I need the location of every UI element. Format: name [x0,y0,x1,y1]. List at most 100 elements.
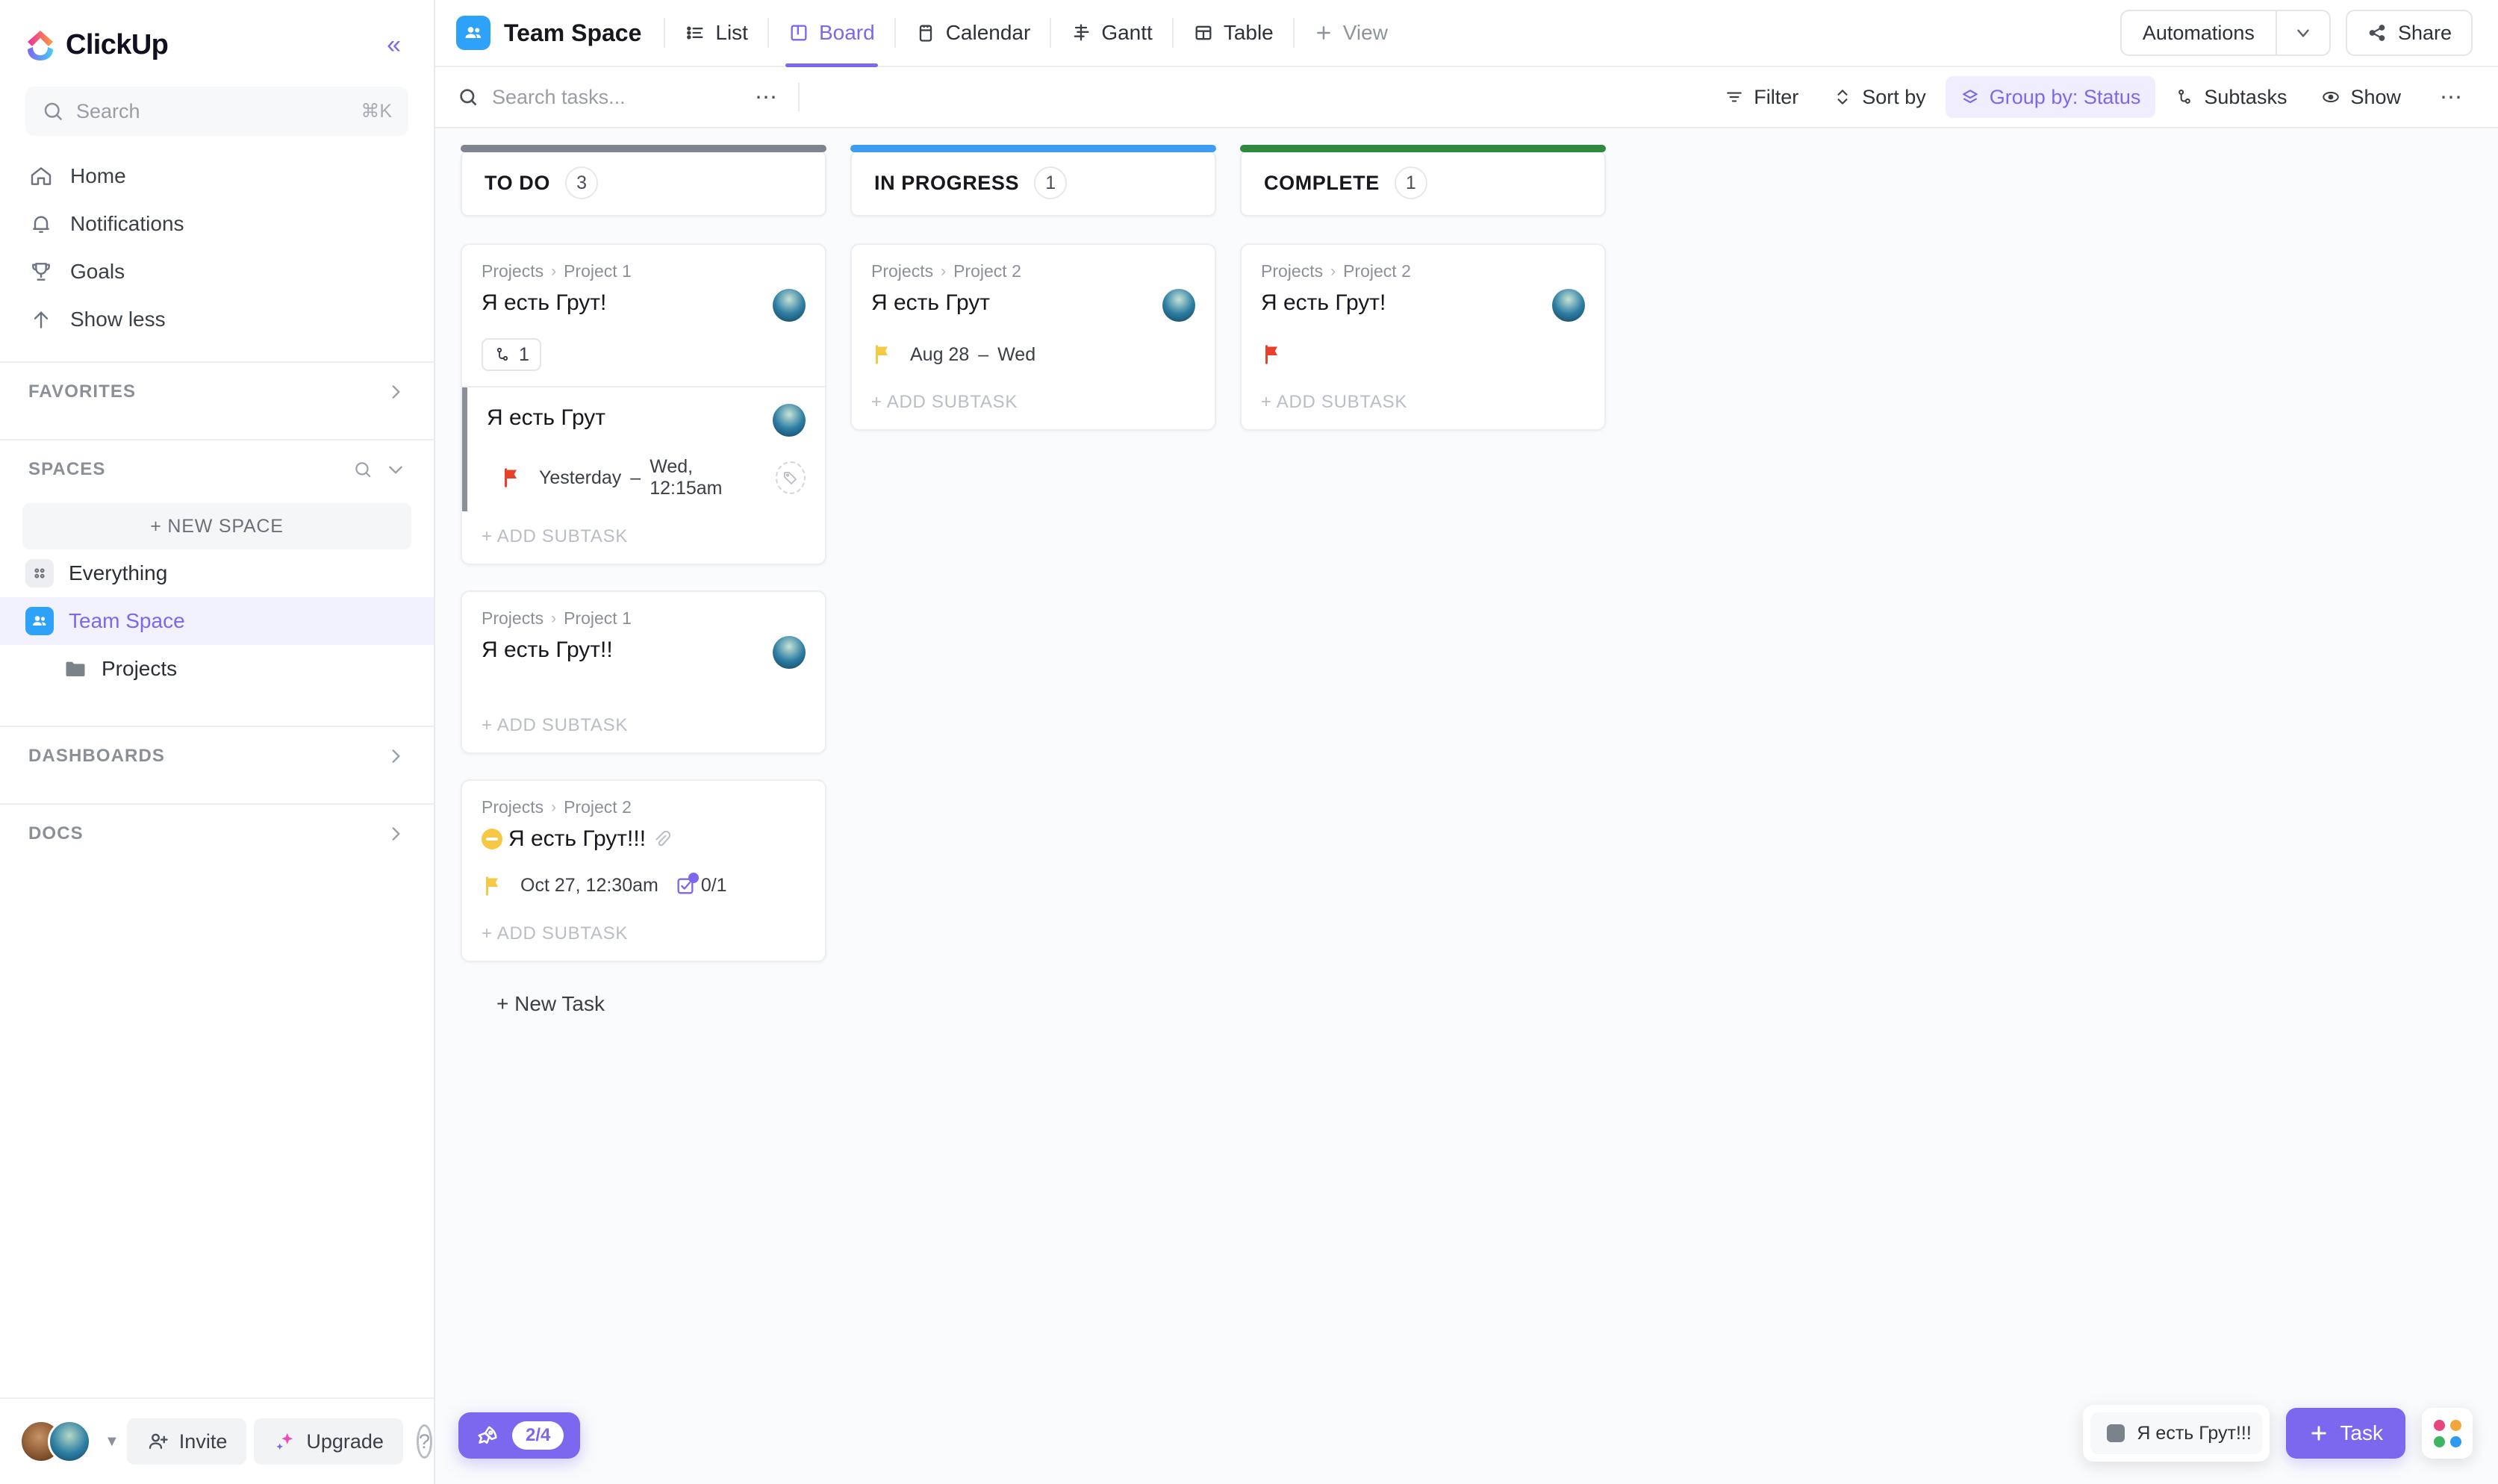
sidebar-section-docs[interactable]: DOCS [0,805,434,863]
task-search-input[interactable]: Search tasks... ⋯ [458,84,779,110]
sidebar-section-spaces[interactable]: SPACES [0,440,434,499]
task-title: Я есть Грут!!! [508,826,647,851]
plus-icon [2308,1423,2329,1444]
brand[interactable]: ClickUp [25,28,169,61]
apps-button[interactable] [2422,1408,2473,1459]
sidebar-space-team-space[interactable]: Team Space [0,597,434,645]
breadcrumb[interactable]: Projects › Project 1 [482,261,806,281]
search-icon[interactable] [353,460,373,479]
minimized-task-inner[interactable]: Я есть Грут!!! [2090,1412,2263,1454]
breadcrumb[interactable]: Projects › Project 2 [1261,261,1585,281]
column-title-complete: COMPLETE [1264,171,1380,194]
filter-button[interactable]: Filter [1710,76,1813,118]
column-header-complete[interactable]: COMPLETE 1 [1240,145,1606,216]
apps-grid-icon [2433,1419,2461,1447]
add-subtask-button[interactable]: + ADD SUBTASK [852,371,1215,429]
breadcrumb[interactable]: Projects › Project 2 [482,797,806,817]
task-card[interactable]: Projects › Project 1 Я есть Грут!! + ADD… [461,590,826,754]
tab-board[interactable]: Board [769,12,894,67]
add-subtask-button[interactable]: + ADD SUBTASK [462,511,825,564]
caret-down-icon[interactable]: ▼ [105,1433,119,1450]
subtask-accent-bar [462,387,467,511]
paperclip-icon[interactable] [652,829,671,849]
column-header-todo[interactable]: TO DO 3 [461,145,826,216]
calendar-icon [915,22,936,43]
question-circle-icon[interactable]: ? [416,1424,432,1459]
sidebar-space-everything[interactable]: Everything [0,549,434,597]
sidebar-section-favorites[interactable]: FAVORITES [0,363,434,421]
tab-list[interactable]: List [665,12,767,54]
sidebar-search-input[interactable]: Search ⌘K [25,87,408,136]
subtasks-button[interactable]: Subtasks [2160,76,2302,118]
ellipsis-icon[interactable]: ⋯ [755,84,779,110]
dependency-badge[interactable]: 1 [482,338,541,371]
flag-icon[interactable] [871,343,894,366]
avatar[interactable] [773,404,806,437]
breadcrumb[interactable]: Projects › Project 2 [871,261,1195,281]
avatar[interactable] [773,289,806,322]
onboarding-progress[interactable]: 2/4 [458,1412,581,1459]
chevron-down-icon[interactable] [2277,23,2329,43]
task-card[interactable]: Projects › Project 2 Я есть Грут Aug 28 … [850,243,1216,431]
brand-name: ClickUp [66,28,169,60]
chevron-right-icon[interactable] [386,824,405,844]
group-by-button[interactable]: Group by: Status [1945,76,2156,118]
sidebar-folder-projects[interactable]: Projects [0,645,434,693]
chevron-down-icon[interactable] [386,460,405,479]
upgrade-button[interactable]: Upgrade [254,1418,403,1465]
automations-button[interactable]: Automations [2119,10,2331,56]
new-space-label: + NEW SPACE [150,515,284,537]
task-card[interactable]: Projects › Project 2 Я есть Грут! + ADD … [1240,243,1606,431]
share-button[interactable]: Share [2345,10,2473,56]
new-space-button[interactable]: + NEW SPACE [22,503,411,549]
tab-table[interactable]: Table [1174,12,1293,54]
chevron-right-icon[interactable] [386,746,405,766]
task-title: Я есть Грут! [482,290,607,315]
sidebar-item-notifications[interactable]: Notifications [16,200,417,248]
sidebar-section-dashboards[interactable]: DASHBOARDS [0,727,434,785]
avatar[interactable] [1162,289,1195,322]
invite-button[interactable]: Invite [126,1418,247,1465]
add-subtask-button[interactable]: + ADD SUBTASK [462,700,825,752]
flag-icon[interactable] [500,467,523,489]
breadcrumb[interactable]: Projects › Project 1 [482,608,806,629]
subbar: Search tasks... ⋯ Filter Sort by Group b… [435,67,2498,128]
eye-icon [2321,87,2340,107]
new-task-button[interactable]: + New Task [496,992,826,1016]
sidebar-item-home[interactable]: Home [16,152,417,200]
column-header-in-progress[interactable]: IN PROGRESS 1 [850,145,1216,216]
ellipsis-icon[interactable]: ⋯ [2431,84,2473,110]
task-card[interactable]: Projects › Project 1 Я есть Грут! 1 Я ес… [461,243,826,565]
sidebar-collapse-button[interactable]: « [379,28,408,62]
sparkle-icon [273,1430,296,1453]
flag-icon[interactable] [482,875,504,897]
add-subtask-button[interactable]: + ADD SUBTASK [1242,371,1604,429]
avatar[interactable] [1552,289,1585,322]
breadcrumb-leaf: Project 2 [953,261,1021,281]
subtask-row[interactable]: Я есть Грут Yesterday – Wed, 12:15am [462,386,825,511]
minimized-task-card[interactable]: Я есть Грут!!! [2083,1405,2270,1462]
sidebar-item-show-less[interactable]: Show less [16,296,417,343]
rocket-progress-pill[interactable]: 2/4 [458,1412,581,1459]
avatar-stack[interactable] [19,1420,91,1463]
list-icon [685,22,706,43]
tab-gantt[interactable]: Gantt [1051,12,1171,54]
show-button[interactable]: Show [2306,76,2416,118]
add-subtask-button[interactable]: + ADD SUBTASK [462,902,825,961]
main-area: Team Space List Board Calendar Gantt Tab… [435,0,2498,1484]
tag-icon[interactable] [775,461,806,494]
clickup-logo-icon [25,28,55,61]
task-card[interactable]: Projects › Project 2 Я есть Грут!!! Oct … [461,779,826,962]
chevron-right-icon[interactable] [386,382,405,402]
add-view-button[interactable]: View [1295,12,1407,54]
sort-button[interactable]: Sort by [1818,76,1941,118]
create-task-button[interactable]: Task [2286,1408,2405,1459]
task-due-day: Wed [997,343,1036,365]
space-chip[interactable]: Team Space [456,16,664,50]
avatar[interactable] [773,636,806,669]
tab-calendar[interactable]: Calendar [896,12,1050,54]
checklist-badge[interactable]: 0/1 [675,872,727,897]
flag-icon[interactable] [1261,343,1283,366]
breadcrumb-root: Projects [482,797,544,817]
sidebar-item-goals[interactable]: Goals [16,248,417,296]
